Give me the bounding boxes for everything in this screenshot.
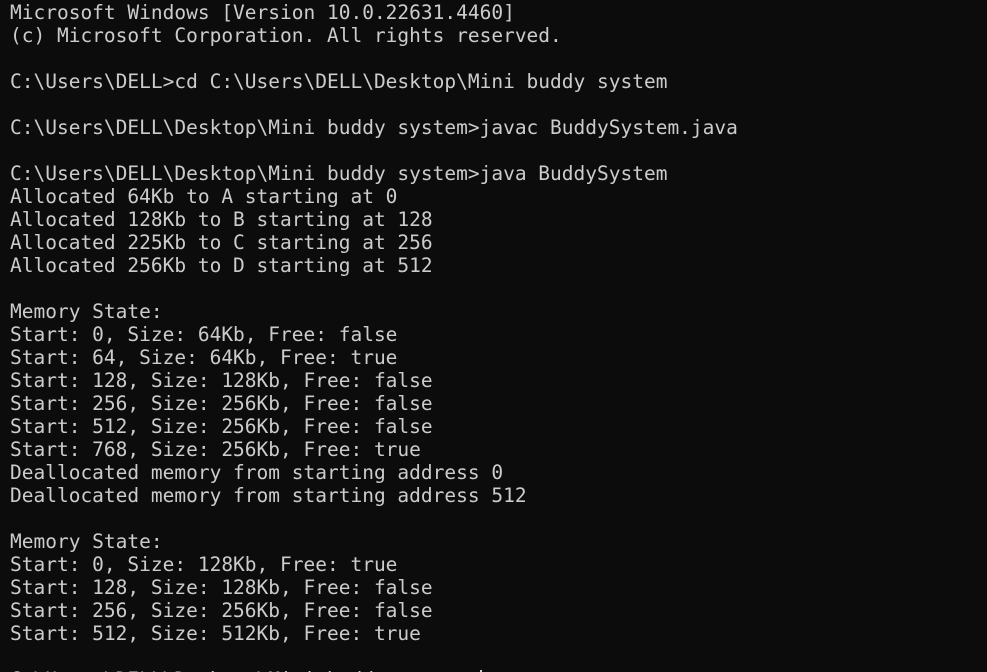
command-prompt-line[interactable]: C:\Users\DELL\Desktop\Mini buddy system>: [10, 668, 987, 672]
terminal-line: Start: 0, Size: 64Kb, Free: false: [10, 323, 398, 346]
terminal-line: Start: 256, Size: 256Kb, Free: false: [10, 599, 433, 622]
terminal-line: Start: 64, Size: 64Kb, Free: true: [10, 346, 398, 369]
terminal-line: C:\Users\DELL>cd C:\Users\DELL\Desktop\M…: [10, 70, 668, 93]
terminal-line: Start: 256, Size: 256Kb, Free: false: [10, 392, 433, 415]
terminal-line: Allocated 256Kb to D starting at 512: [10, 254, 433, 277]
terminal-line: Deallocated memory from starting address…: [10, 461, 504, 484]
terminal-line: Microsoft Windows [Version 10.0.22631.44…: [10, 1, 515, 24]
terminal-line: Allocated 225Kb to C starting at 256: [10, 231, 433, 254]
terminal-line: Start: 128, Size: 128Kb, Free: false: [10, 369, 433, 392]
terminal-output[interactable]: Microsoft Windows [Version 10.0.22631.44…: [10, 1, 987, 672]
terminal-line: Start: 0, Size: 128Kb, Free: true: [10, 553, 398, 576]
terminal-line: Deallocated memory from starting address…: [10, 484, 527, 507]
terminal-line: Allocated 128Kb to B starting at 128: [10, 208, 433, 231]
prompt-text: C:\Users\DELL\Desktop\Mini buddy system>: [10, 668, 480, 672]
terminal-line: Start: 512, Size: 256Kb, Free: false: [10, 415, 433, 438]
terminal-line: Memory State:: [10, 300, 163, 323]
terminal-line: Memory State:: [10, 530, 163, 553]
terminal-line: C:\Users\DELL\Desktop\Mini buddy system>…: [10, 116, 738, 139]
terminal-window[interactable]: Microsoft Windows [Version 10.0.22631.44…: [0, 0, 987, 672]
terminal-line: Allocated 64Kb to A starting at 0: [10, 185, 398, 208]
terminal-line: Start: 128, Size: 128Kb, Free: false: [10, 576, 433, 599]
terminal-line: C:\Users\DELL\Desktop\Mini buddy system>…: [10, 162, 668, 185]
terminal-line: Start: 768, Size: 256Kb, Free: true: [10, 438, 421, 461]
terminal-line: (c) Microsoft Corporation. All rights re…: [10, 24, 562, 47]
terminal-line: Start: 512, Size: 512Kb, Free: true: [10, 622, 421, 645]
